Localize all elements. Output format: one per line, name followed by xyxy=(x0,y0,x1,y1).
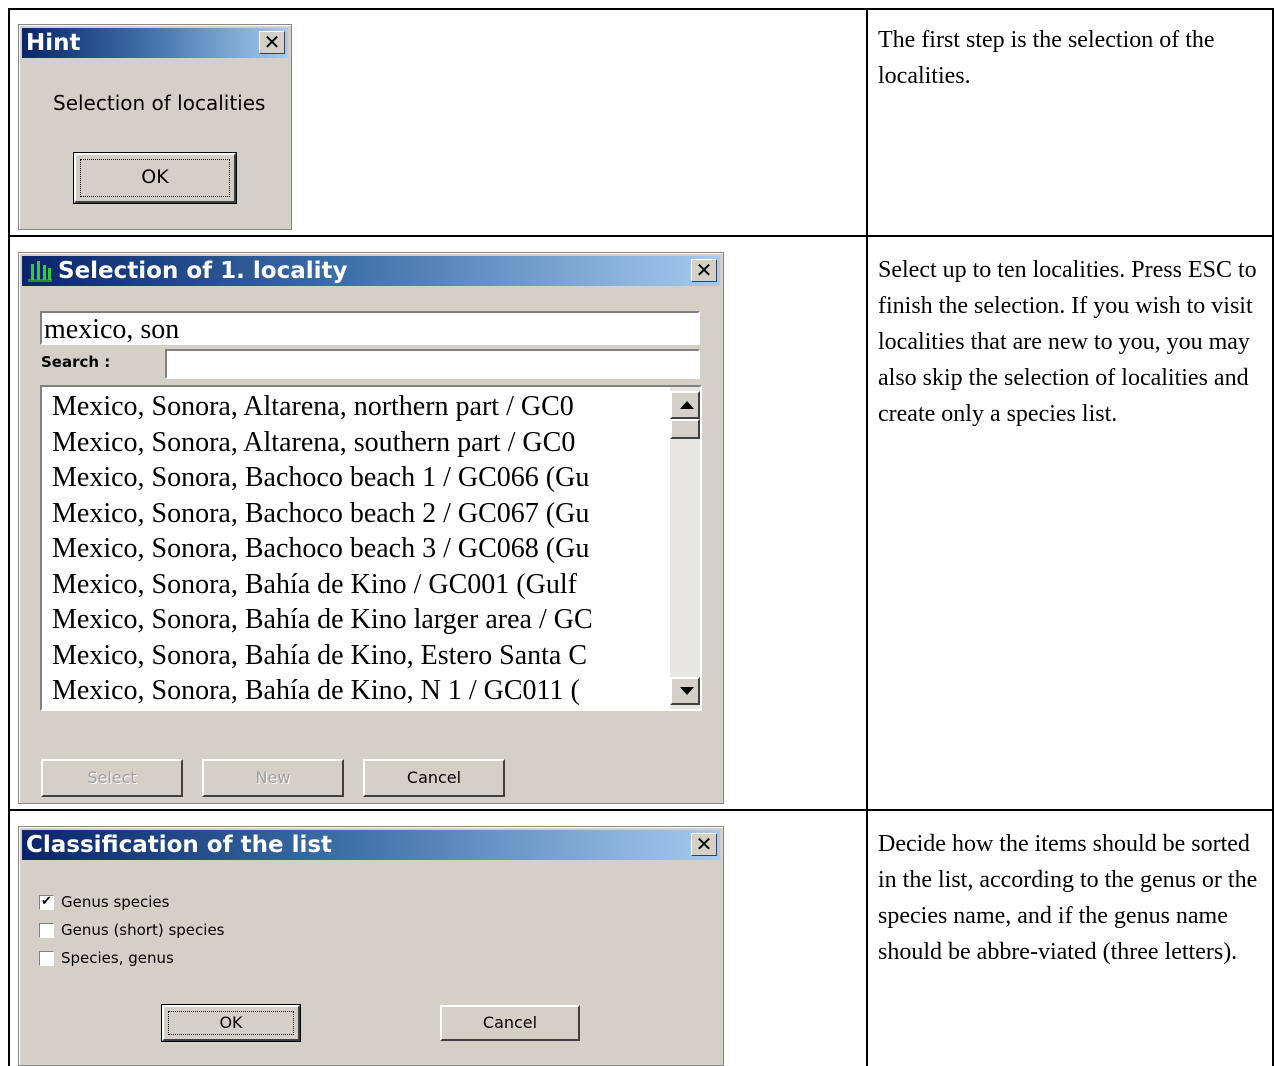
classification-close-button[interactable]: ✕ xyxy=(691,833,717,856)
select-button[interactable]: Select xyxy=(41,759,183,797)
table-row-divider-2 xyxy=(8,809,1274,811)
classification-cancel-button[interactable]: Cancel xyxy=(440,1005,580,1041)
hint-ok-label: OK xyxy=(141,166,169,188)
app-icon xyxy=(28,260,52,282)
scroll-down-button[interactable] xyxy=(670,677,700,705)
hint-titlebar: Hint ✕ xyxy=(22,28,288,58)
hint-close-button[interactable]: ✕ xyxy=(259,31,285,54)
locality-close-button[interactable]: ✕ xyxy=(691,259,717,282)
close-icon: ✕ xyxy=(695,832,713,856)
classification-dialog: Classification of the list ✕ ✔ Genus spe… xyxy=(18,826,724,1066)
option-label: Species, genus xyxy=(61,949,174,967)
classification-title: Classification of the list xyxy=(26,832,333,858)
hint-title: Hint xyxy=(26,30,81,56)
list-item[interactable]: Mexico, Sonora, Bachoco beach 1 / GC066 … xyxy=(42,460,670,496)
list-item[interactable]: Mexico, Sonora, Bachoco beach 3 / GC068 … xyxy=(42,531,670,567)
locality-query-field[interactable]: mexico, son xyxy=(40,311,700,345)
select-label: Select xyxy=(87,768,137,787)
new-label: New xyxy=(255,768,291,787)
row2-description: Select up to ten localities. Press ESC t… xyxy=(878,257,1257,427)
list-item[interactable]: Mexico, Sonora, Bahía de Kino larger are… xyxy=(42,602,670,638)
list-scrollbar[interactable] xyxy=(670,387,700,709)
row3-description: Decide how the items should be sorted in… xyxy=(878,831,1258,965)
search-label: Search : xyxy=(41,353,111,371)
list-item[interactable]: Mexico, Sonora, Bahía de Kino / GC001 (G… xyxy=(42,567,670,603)
classification-titlebar: Classification of the list ✕ xyxy=(22,830,720,860)
hint-message: Selection of localities xyxy=(53,91,266,115)
row1-description: The first step is the selection of the l… xyxy=(878,27,1215,89)
hint-dialog: Hint ✕ Selection of localities OK xyxy=(18,24,292,230)
scroll-thumb[interactable] xyxy=(670,419,700,439)
scroll-up-button[interactable] xyxy=(670,391,700,419)
list-item[interactable]: Mexico, Sonora, Bachoco beach 2 / GC067 … xyxy=(42,496,670,532)
locality-list[interactable]: Mexico, Sonora, Altarena, northern part … xyxy=(40,385,702,711)
close-icon: ✕ xyxy=(263,30,281,54)
checkbox[interactable] xyxy=(39,951,54,966)
classification-ok-button[interactable]: OK xyxy=(161,1004,301,1042)
option-label: Genus (short) species xyxy=(61,921,225,939)
checkbox[interactable] xyxy=(39,923,54,938)
locality-dialog: Selection of 1. locality ✕ mexico, son S… xyxy=(18,252,724,804)
option-label: Genus species xyxy=(61,893,170,911)
close-icon: ✕ xyxy=(695,258,713,282)
cancel-button[interactable]: Cancel xyxy=(363,759,505,797)
list-item[interactable]: Mexico, Sonora, Altarena, southern part … xyxy=(42,425,670,461)
cancel-label: Cancel xyxy=(406,768,462,787)
locality-title: Selection of 1. locality xyxy=(58,258,348,284)
list-item[interactable]: Mexico, Sonora, Bahía de Kino, Estero Sa… xyxy=(42,638,670,674)
checkbox[interactable]: ✔ xyxy=(39,895,54,910)
locality-query-value: mexico, son xyxy=(44,314,180,345)
search-input[interactable] xyxy=(165,349,700,379)
list-item[interactable]: Mexico, Sonora, Bahía de Kino, N 1 / GC0… xyxy=(42,673,670,709)
list-item[interactable]: Mexico, Sonora, Altarena, northern part … xyxy=(42,389,670,425)
table-border-top xyxy=(8,8,1274,10)
hint-ok-button[interactable]: OK xyxy=(73,152,237,204)
table-border-left xyxy=(8,8,10,1066)
locality-titlebar: Selection of 1. locality ✕ xyxy=(22,256,720,286)
locality-list-items: Mexico, Sonora, Altarena, northern part … xyxy=(42,389,670,709)
arrow-up-icon xyxy=(680,401,694,409)
ok-label: OK xyxy=(219,1013,243,1032)
table-row-divider-1 xyxy=(8,235,1274,237)
table-column-divider xyxy=(866,8,868,1066)
arrow-down-icon xyxy=(680,687,694,695)
cancel-label: Cancel xyxy=(482,1013,538,1032)
new-button[interactable]: New xyxy=(202,759,344,797)
